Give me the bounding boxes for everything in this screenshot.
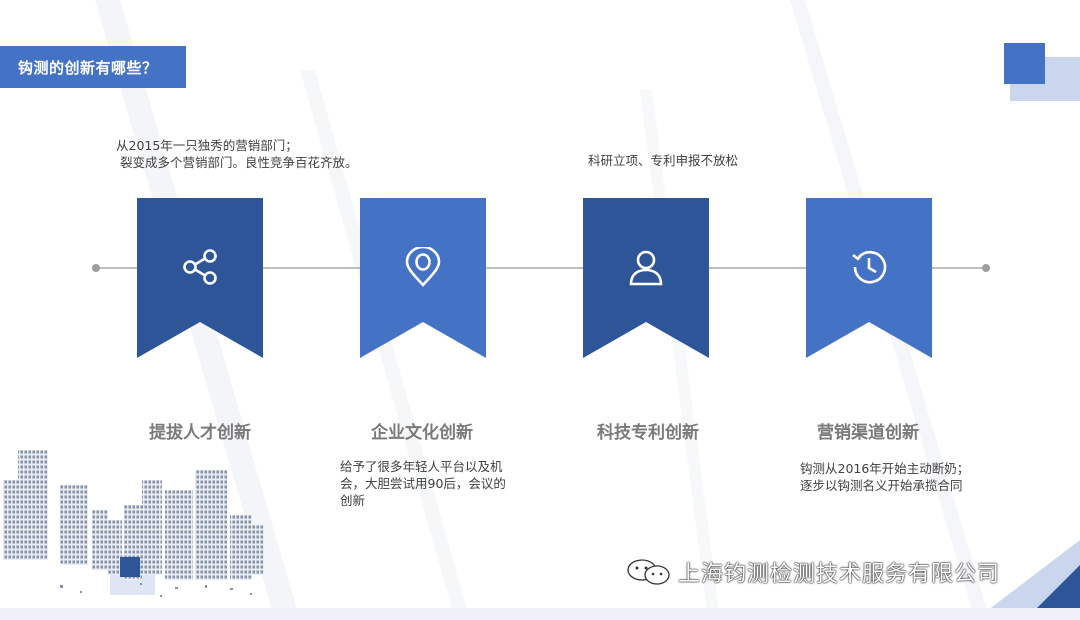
location-pin-icon — [405, 247, 441, 287]
ribbon-culture — [360, 198, 486, 358]
timeline-start-dot — [92, 264, 100, 272]
user-icon — [629, 250, 663, 286]
watermark: 上海钧测检测技术服务有限公司 — [626, 555, 1000, 589]
note-bottom-culture: 给予了很多年轻人平台以及机会，大胆尝试用90后，会议的创新 — [340, 459, 506, 508]
item-heading: 企业文化创新 — [371, 423, 473, 443]
note-line: 裂变成多个营销部门。良性竞争百花齐放。 — [120, 155, 358, 170]
share-icon — [183, 249, 217, 285]
note-bottom-marketing: 钩测从2016年开始主动断奶； 逐步以钩测名义开始承揽合同 — [800, 460, 969, 494]
timeline-end-dot — [982, 264, 990, 272]
item-heading: 科技专利创新 — [597, 423, 699, 443]
history-clock-icon — [852, 250, 887, 284]
note-top-center: 科研立项、专利申报不放松 — [588, 153, 739, 168]
ribbon-talent — [137, 198, 263, 358]
ribbon-marketing — [806, 198, 932, 358]
bottom-band — [0, 608, 1080, 620]
watermark-text: 上海钧测检测技术服务有限公司 — [678, 562, 1001, 587]
corner-decoration-dark — [1004, 43, 1045, 84]
city-skyline-illustration — [3, 450, 264, 597]
item-heading: 营销渠道创新 — [817, 423, 919, 443]
note-top-left: 从2015年一只独秀的营销部门； 裂变成多个营销部门。良性竞争百花齐放。 — [116, 137, 358, 171]
note-line: 逐步以钩测名义开始承揽合同 — [800, 478, 963, 493]
ribbon-patent — [583, 198, 709, 358]
note-line: 从2015年一只独秀的营销部门； — [116, 138, 298, 153]
wechat-icon — [627, 559, 670, 585]
page-title: 钩测的创新有哪些？ — [0, 46, 186, 88]
note-line: 钩测从2016年开始主动断奶； — [800, 461, 970, 476]
